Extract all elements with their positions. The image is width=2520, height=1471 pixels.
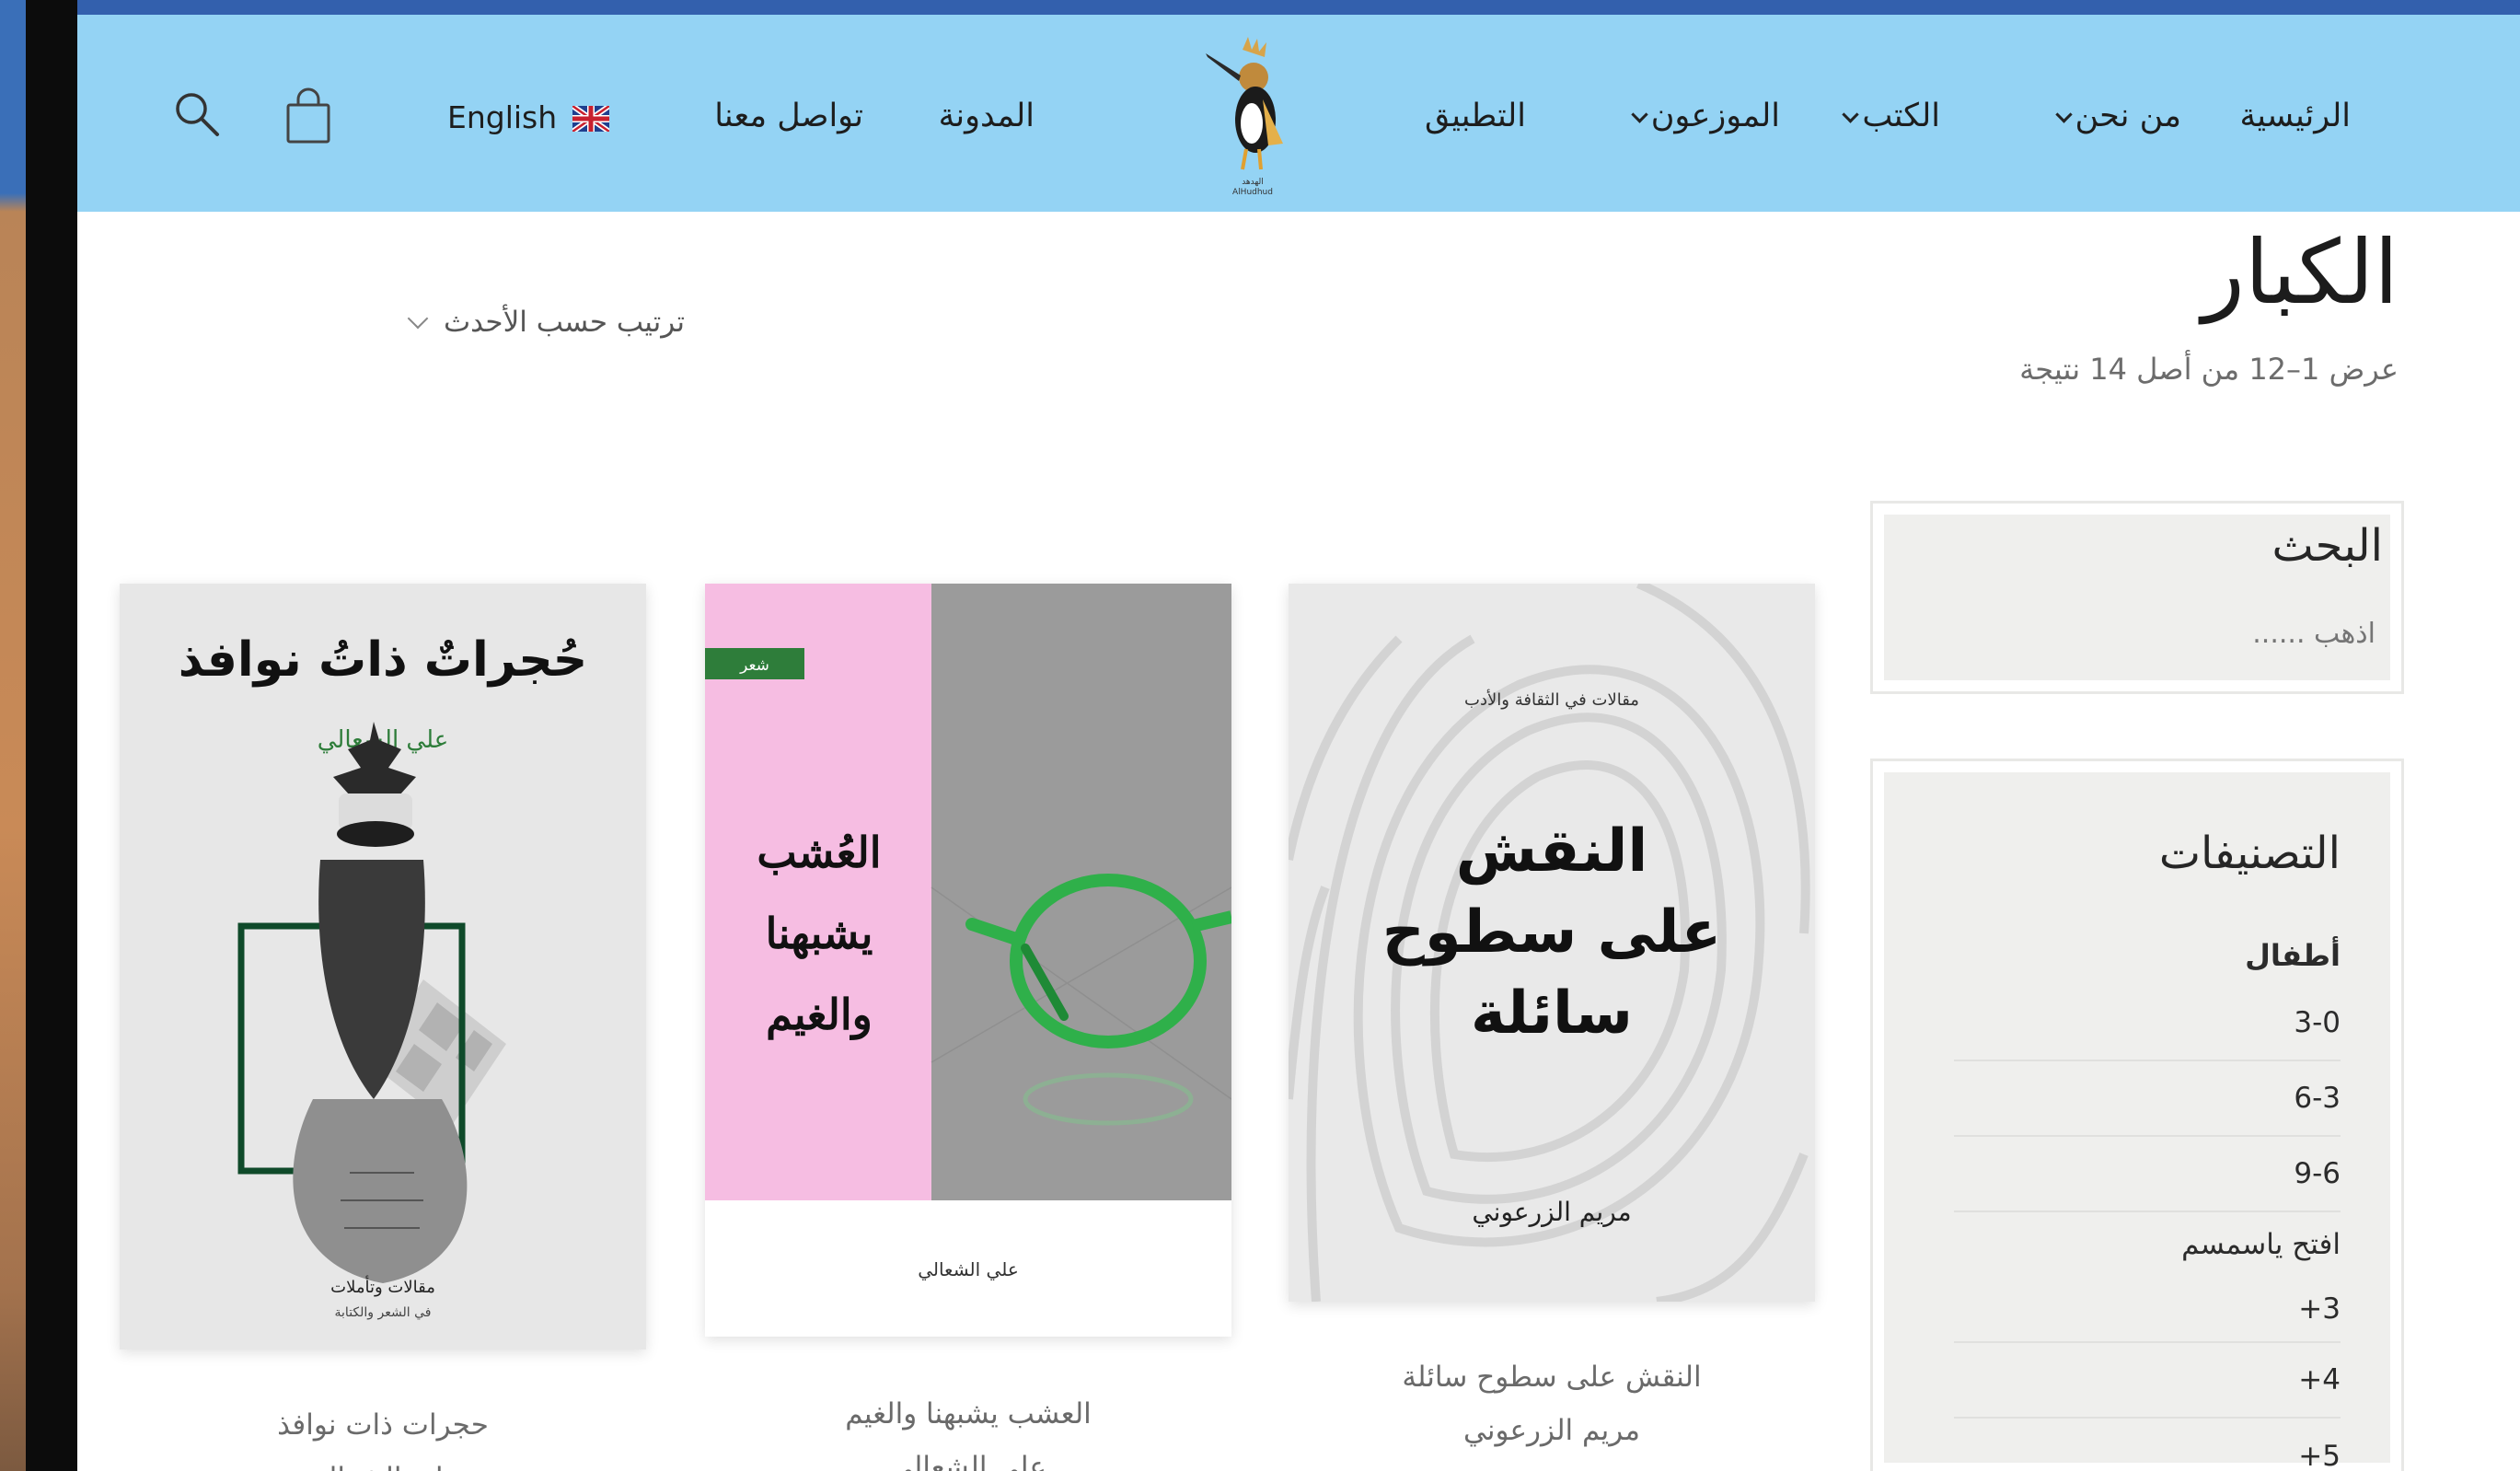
language-label: English — [447, 99, 558, 135]
cover-title-line1: العُشب — [757, 828, 881, 877]
search-widget-title: البحث — [2271, 520, 2383, 572]
categories-widget-body: التصنيفات أطفال 3-0 6-3 9-6 افتح ياسمسم … — [1884, 772, 2390, 1471]
book-cover-image: حُجراتٌ ذاتُ نوافذ علي الشعالي مقالات وت… — [120, 584, 646, 1349]
book-cover-image: النقش على سطوح سائلة مقالات في الثقافة و… — [1289, 584, 1815, 1302]
category-sesame[interactable]: افتح ياسمسم — [1954, 1212, 2341, 1277]
product-title[interactable]: النقش على سطوح سائلة — [1289, 1361, 1815, 1394]
product-author: علي الشعالي — [890, 1451, 1046, 1471]
product-title[interactable]: حجرات ذات نوافذ — [120, 1408, 646, 1442]
nav-home[interactable]: الرئيسية — [2239, 98, 2351, 134]
nav-distributors-label: الموزعون — [1650, 98, 1780, 134]
nav-books-label: الكتب — [1862, 98, 1940, 134]
window-bezel — [26, 0, 77, 1471]
nav-blog[interactable]: المدونة — [939, 98, 1035, 134]
hoopoe-bird-logo: الهدهد AlHudhud — [1206, 37, 1283, 197]
product-author: مريم الزرعوني — [1463, 1414, 1640, 1447]
category-kids[interactable]: أطفال — [1954, 925, 2341, 986]
product-author: علي الشعالي — [120, 1462, 646, 1471]
genre-badge: شعر — [739, 656, 769, 675]
chevron-down-icon — [407, 307, 429, 330]
nav-contact[interactable]: تواصل معنا — [714, 98, 863, 134]
cover-title: حُجراتٌ ذاتُ نوافذ — [179, 632, 587, 688]
search-input[interactable] — [1897, 610, 2376, 656]
shopping-bag-icon[interactable] — [283, 87, 333, 145]
logo-text: AlHudhud — [1232, 188, 1273, 197]
cover-author: علي الشعالي — [918, 1258, 1019, 1281]
book-cover-image: شعر العُشب يشبهنا والغيم علي الشعالي — [705, 584, 1231, 1337]
site-logo[interactable]: الهدهد AlHudhud — [1202, 35, 1303, 197]
category-item[interactable]: 6-3 — [1954, 1061, 2341, 1137]
category-item[interactable]: 3+ — [1954, 1277, 2341, 1343]
categories-widget: التصنيفات أطفال 3-0 6-3 9-6 افتح ياسمسم … — [1870, 759, 2404, 1471]
nav-distributors[interactable]: الموزعون — [1628, 98, 1780, 134]
cover-title-line1: النقش — [1456, 817, 1648, 886]
cover-title-line3: سائلة — [1471, 979, 1633, 1048]
sort-dropdown[interactable]: ترتيب حسب الأحدث — [317, 296, 685, 348]
product-card[interactable]: حُجراتٌ ذاتُ نوافذ علي الشعالي مقالات وت… — [120, 584, 646, 1349]
page-title: الكبار — [2202, 221, 2400, 324]
nav-books[interactable]: الكتب — [1839, 98, 1940, 134]
category-list: أطفال 3-0 6-3 9-6 افتح ياسمسم 3+ 4+ 5+ — [1954, 925, 2341, 1471]
chevron-down-icon — [2054, 105, 2073, 123]
chevron-down-icon — [1631, 105, 1648, 123]
cover-title-line3: والغيم — [766, 990, 873, 1040]
nav-about-label: من نحن — [2075, 98, 2182, 134]
nav-about[interactable]: من نحن — [2052, 98, 2182, 134]
search-widget: البحث — [1870, 501, 2404, 694]
language-switch[interactable]: English — [447, 99, 609, 135]
product-title[interactable]: العشب يشبهنا والغيم — [705, 1397, 1231, 1430]
category-item[interactable]: 4+ — [1954, 1343, 2341, 1419]
nav-app[interactable]: التطبيق — [1425, 98, 1526, 134]
top-strip — [77, 0, 2520, 15]
category-item[interactable]: 3-0 — [1954, 986, 2341, 1061]
svg-text:الهدهد: الهدهد — [1242, 178, 1264, 187]
category-item[interactable]: 5+ — [1954, 1419, 2341, 1471]
sort-label: ترتيب حسب الأحدث — [443, 306, 685, 339]
product-card[interactable]: شعر العُشب يشبهنا والغيم علي الشعالي — [705, 584, 1231, 1337]
uk-flag-icon — [572, 106, 609, 132]
product-card[interactable]: النقش على سطوح سائلة مقالات في الثقافة و… — [1289, 584, 1815, 1302]
category-item[interactable]: 9-6 — [1954, 1137, 2341, 1212]
search-widget-body: البحث — [1884, 515, 2390, 680]
web-page: الرئيسية من نحن الكتب الموزعون التطبيق ا… — [77, 0, 2520, 1471]
cover-title-line2: يشبهنا — [766, 909, 873, 959]
site-header: الرئيسية من نحن الكتب الموزعون التطبيق ا… — [77, 15, 2520, 212]
cover-subtitle-line1: مقالات وتأملات — [330, 1275, 435, 1297]
cover-author: مريم الزرعوني — [1472, 1197, 1631, 1227]
cover-subtitle: مقالات في الثقافة والأدب — [1464, 689, 1639, 710]
chevron-down-icon — [1842, 105, 1860, 123]
cover-title-line2: على سطوح — [1382, 898, 1721, 967]
desktop-wallpaper — [0, 0, 26, 1471]
cover-subtitle-line2: في الشعر والكتابة — [335, 1305, 432, 1320]
categories-widget-title: التصنيفات — [2158, 828, 2341, 879]
search-icon[interactable] — [173, 90, 221, 138]
result-count: عرض 1–12 من أصل 14 نتيجة — [2019, 352, 2399, 387]
